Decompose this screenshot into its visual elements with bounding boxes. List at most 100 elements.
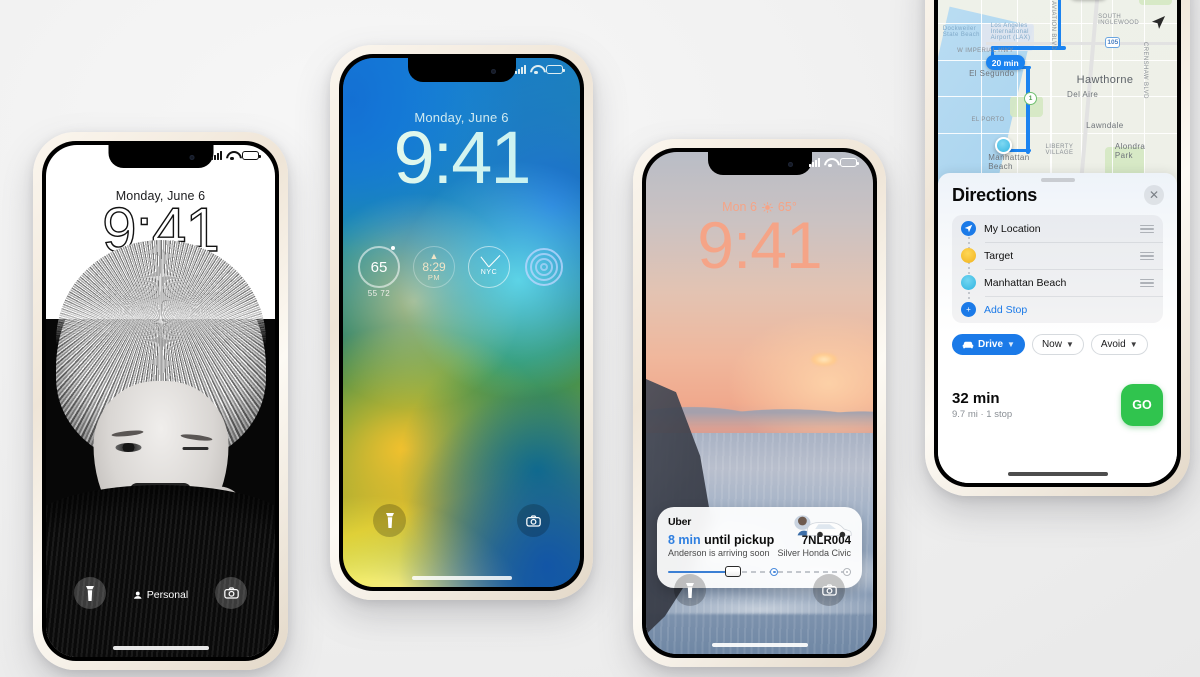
- person-icon: [133, 591, 142, 599]
- world-clock-label: NYC: [480, 269, 498, 276]
- signal-icon: [211, 151, 222, 160]
- camera-button[interactable]: [517, 504, 550, 537]
- flashlight-button[interactable]: [74, 577, 106, 609]
- avoid-label: Avoid: [1100, 339, 1126, 350]
- phone-2: Monday, June 6 9:41 65 55 72 ▲ 8:29 PM N…: [330, 45, 593, 600]
- wallpaper-sun: [810, 352, 837, 366]
- beach-pin-icon: [961, 275, 976, 290]
- focus-indicator[interactable]: Personal: [133, 589, 188, 601]
- sheet-grabber[interactable]: [1040, 178, 1075, 182]
- drive-mode-button[interactable]: Drive ▼: [952, 334, 1025, 355]
- avoid-button[interactable]: Avoid ▼: [1090, 334, 1148, 355]
- lockscreen-time: 9:41: [697, 208, 822, 282]
- notch: [108, 145, 213, 168]
- chevron-down-icon: ▼: [1065, 340, 1074, 349]
- progress-filled: [668, 570, 729, 574]
- phone-1: Monday, June 6 9:41 Personal: [33, 132, 288, 670]
- status-bar: [809, 158, 859, 168]
- lockscreen-time: 9:41: [343, 121, 580, 195]
- list-item[interactable]: Manhattan Beach: [952, 269, 1163, 296]
- wifi-icon: [226, 151, 238, 161]
- wifi-icon: [530, 65, 542, 75]
- directions-sheet[interactable]: Directions ✕ My Location Target Manhatta…: [938, 173, 1177, 483]
- eta-duration: 32 min: [952, 390, 1000, 407]
- close-icon[interactable]: ✕: [1144, 185, 1164, 205]
- home-indicator[interactable]: [112, 646, 209, 650]
- reorder-handle[interactable]: [1140, 278, 1154, 288]
- map-street: [981, 0, 983, 183]
- camera-button[interactable]: [215, 577, 247, 609]
- world-clock-widget[interactable]: NYC: [468, 246, 510, 288]
- phone-1-screen[interactable]: Monday, June 6 9:41 Personal: [46, 145, 275, 657]
- route-shield: 1: [1024, 91, 1038, 105]
- flashlight-icon: [385, 513, 394, 528]
- reorder-handle[interactable]: [1140, 224, 1154, 234]
- my-location-icon: [961, 221, 976, 236]
- weather-widget[interactable]: 65 55 72: [358, 246, 400, 298]
- clock-hand-minute: [488, 255, 501, 268]
- stops-list: My Location Target Manhattan Beach + Add…: [952, 215, 1163, 323]
- camera-button[interactable]: [813, 574, 845, 606]
- reorder-handle[interactable]: [1140, 251, 1154, 261]
- sunset-widget[interactable]: ▲ 8:29 PM: [413, 246, 455, 288]
- add-stop-row[interactable]: + Add Stop: [952, 296, 1163, 323]
- eta-row: 32 min 9.7 mi · 1 stop GO: [952, 384, 1163, 426]
- phone-3: Mon 6 65° 9:41 Uber 8 min until pickup A…: [633, 139, 886, 667]
- front-camera-icon: [491, 68, 497, 74]
- locate-button[interactable]: [1147, 11, 1169, 33]
- map-label: Lawndale: [1086, 121, 1124, 131]
- lockscreen-clock-group: Mon 6 65° 9:41: [646, 200, 873, 278]
- home-indicator[interactable]: [411, 576, 512, 580]
- map-label: Del Aire: [1067, 89, 1099, 99]
- status-bar: [211, 151, 261, 161]
- map-label: Los Angeles International Airport (LAX): [990, 23, 1031, 42]
- stop-label: Manhattan Beach: [984, 276, 1067, 289]
- list-item[interactable]: Target: [952, 242, 1163, 269]
- page-title: Directions: [952, 185, 1038, 205]
- home-indicator[interactable]: [711, 643, 808, 647]
- progress-remaining: [742, 570, 851, 574]
- car-icon: [962, 341, 974, 348]
- ring-core: [540, 263, 548, 271]
- route-shield: 105: [1105, 37, 1121, 49]
- phone-2-bezel: Monday, June 6 9:41 65 55 72 ▲ 8:29 PM N…: [339, 54, 584, 591]
- notch: [407, 58, 516, 82]
- wallpaper-brow-right: [179, 433, 213, 443]
- live-activity-left: 8 min until pickup Anderson is arriving …: [668, 533, 774, 558]
- map-label: Alondra Park: [1114, 141, 1146, 160]
- camera-icon: [526, 514, 541, 527]
- notch: [707, 152, 812, 175]
- map-street: [1112, 0, 1114, 183]
- car-icon: [794, 515, 852, 537]
- phone-4-screen[interactable]: 42 105 1 12 min 20 min WESTCHESTER Targe…: [938, 0, 1177, 483]
- phone-3-screen[interactable]: Mon 6 65° 9:41 Uber 8 min until pickup A…: [646, 152, 873, 654]
- weather-temp: 65: [370, 258, 388, 276]
- home-indicator[interactable]: [1007, 472, 1108, 476]
- activity-rings-widget[interactable]: [523, 246, 565, 288]
- map-street: [938, 132, 1177, 134]
- sunset-time: 8:29: [422, 259, 446, 274]
- route-segment: [1026, 65, 1030, 155]
- map-view[interactable]: 42 105 1 12 min 20 min WESTCHESTER Targe…: [938, 0, 1177, 183]
- flashlight-button[interactable]: [373, 504, 406, 537]
- departure-time-button[interactable]: Now ▼: [1031, 334, 1084, 355]
- list-item[interactable]: My Location: [952, 215, 1163, 242]
- flashlight-button[interactable]: [674, 574, 706, 606]
- phone-4-bezel: 42 105 1 12 min 20 min WESTCHESTER Targe…: [934, 0, 1181, 487]
- progress-car-marker: [724, 566, 741, 577]
- map-label: CRENSHAW BLVD: [1142, 41, 1149, 99]
- lockscreen-widget-row: 65 55 72 ▲ 8:29 PM NYC: [343, 246, 580, 298]
- camera-icon: [821, 584, 837, 596]
- phone-2-screen[interactable]: Monday, June 6 9:41 65 55 72 ▲ 8:29 PM N…: [343, 58, 580, 587]
- chevron-down-icon: ▼: [1129, 340, 1138, 349]
- phone-4: 42 105 1 12 min 20 min WESTCHESTER Targe…: [925, 0, 1190, 496]
- map-label: W IMPERIAL HWY: [957, 48, 1014, 55]
- phone-3-bezel: Mon 6 65° 9:41 Uber 8 min until pickup A…: [642, 148, 877, 658]
- map-label: Hawthorne: [1076, 73, 1134, 86]
- front-camera-icon: [189, 155, 195, 161]
- go-button[interactable]: GO: [1121, 384, 1163, 426]
- live-activity-minutes: 8 min: [668, 533, 701, 547]
- transport-mode-button[interactable]: [1147, 0, 1169, 3]
- focus-label: Personal: [146, 589, 189, 601]
- live-activity-headline: 8 min until pickup: [668, 533, 774, 547]
